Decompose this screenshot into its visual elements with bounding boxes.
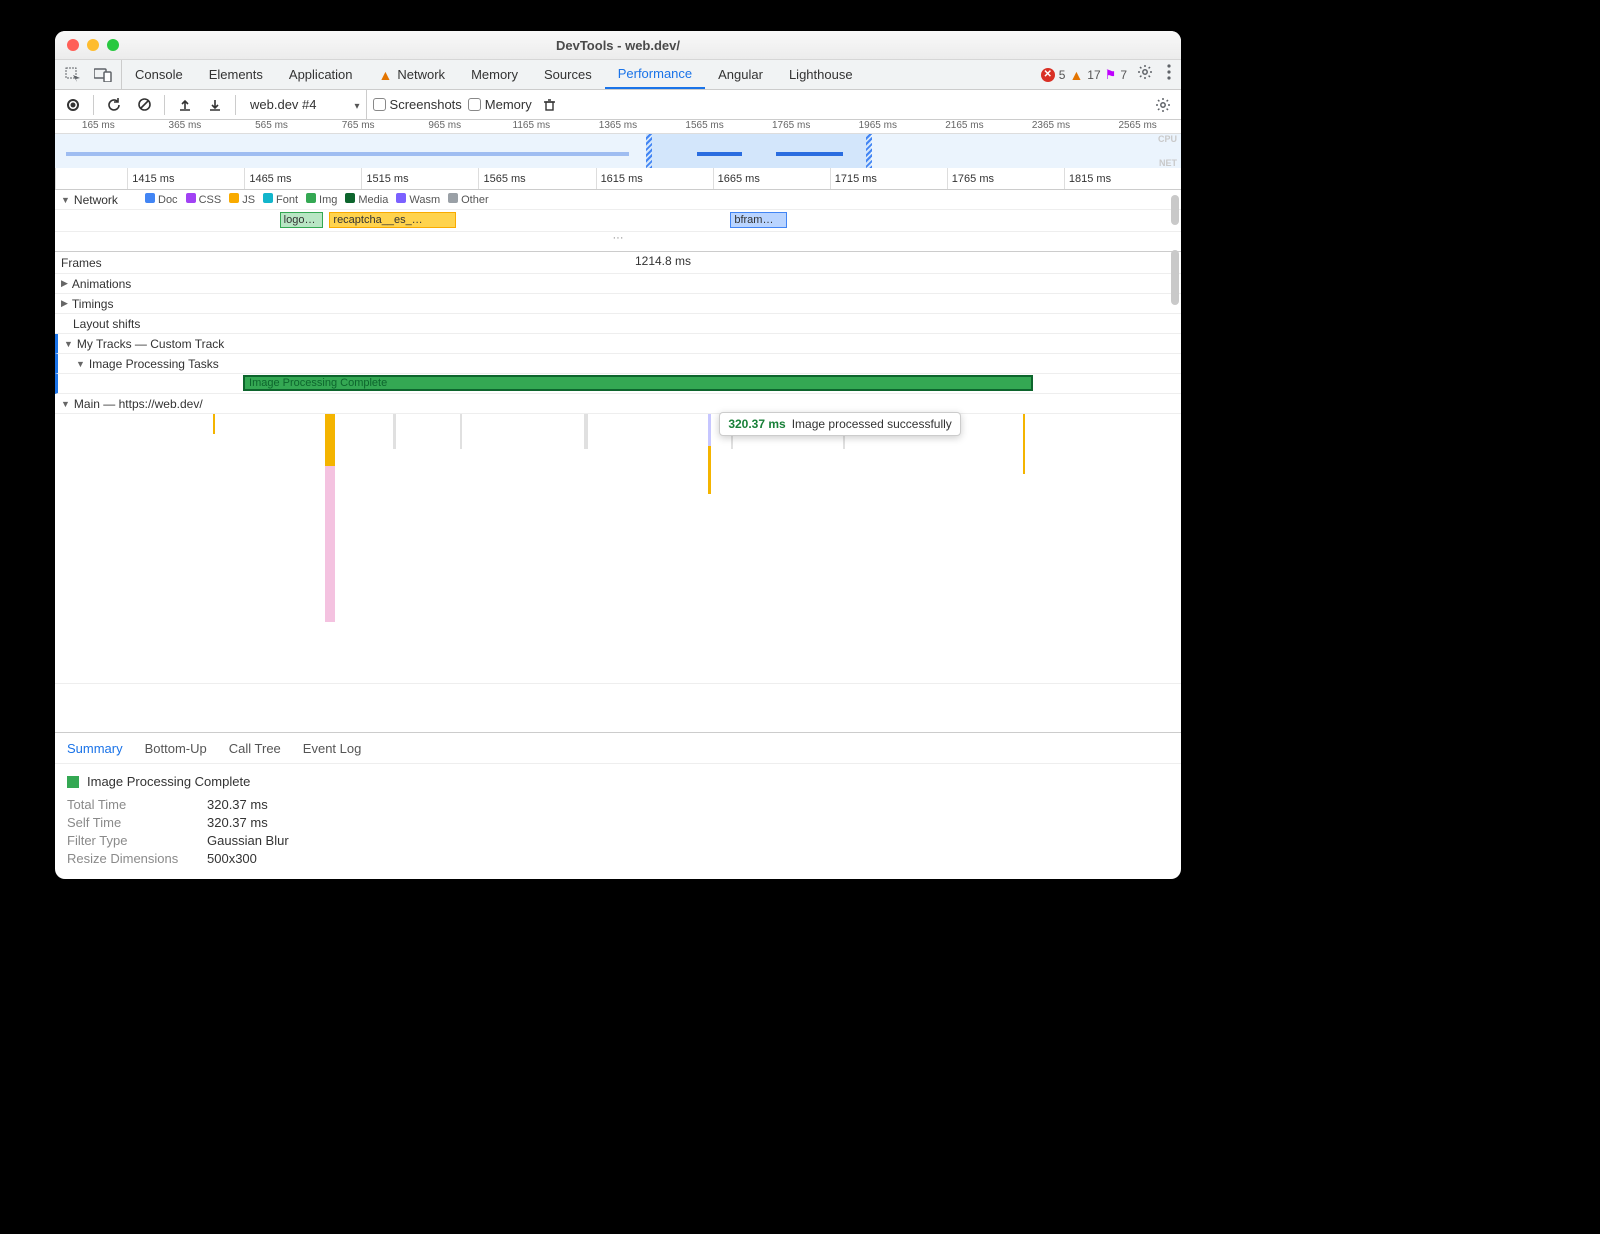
network-item[interactable]: logo… xyxy=(280,212,324,228)
memory-checkbox[interactable]: Memory xyxy=(468,97,532,112)
timings-track-label: Timings xyxy=(72,297,114,311)
window-title: DevTools - web.dev/ xyxy=(55,38,1181,53)
tab-memory[interactable]: Memory xyxy=(458,60,531,89)
network-item[interactable]: bfram… xyxy=(730,212,787,228)
img-proc-tasks-label: Image Processing Tasks xyxy=(89,357,219,371)
overview-ruler: 165 ms365 ms565 ms765 ms965 ms1165 ms136… xyxy=(55,120,1181,134)
close-window-button[interactable] xyxy=(67,39,79,51)
more-icon[interactable] xyxy=(1157,60,1181,84)
device-toggle-icon[interactable] xyxy=(91,63,115,87)
tab-lighthouse[interactable]: Lighthouse xyxy=(776,60,866,89)
custom-entry-bar[interactable]: Image Processing Complete xyxy=(243,375,1033,391)
minimize-window-button[interactable] xyxy=(87,39,99,51)
settings-icon[interactable] xyxy=(1133,60,1157,84)
frame-duration: 1214.8 ms xyxy=(635,254,691,268)
tab-network[interactable]: ▲Network xyxy=(366,60,459,89)
tab-event-log[interactable]: Event Log xyxy=(303,741,362,756)
range-handle-right[interactable] xyxy=(866,134,872,168)
vertical-scrollbar[interactable] xyxy=(1171,250,1179,305)
summary-total-time: 320.37 ms xyxy=(207,797,268,812)
garbage-collect-icon[interactable] xyxy=(538,93,562,117)
frames-track-label: Frames xyxy=(61,256,102,270)
tab-bottom-up[interactable]: Bottom-Up xyxy=(145,741,207,756)
network-track-label: Network xyxy=(74,193,118,207)
layout-shifts-label: Layout shifts xyxy=(73,317,140,331)
reload-icon[interactable] xyxy=(102,93,126,117)
upload-icon[interactable] xyxy=(173,93,197,117)
chevron-right-icon[interactable]: ▶ xyxy=(61,298,68,309)
recording-select[interactable]: web.dev #4 xyxy=(244,90,367,119)
chevron-down-icon[interactable]: ▼ xyxy=(61,399,70,409)
details-tabs: Summary Bottom-Up Call Tree Event Log xyxy=(55,732,1181,764)
network-item[interactable]: recaptcha__es_… xyxy=(329,212,455,228)
chevron-down-icon[interactable]: ▼ xyxy=(61,195,70,205)
record-icon[interactable] xyxy=(61,93,85,117)
summary-title: Image Processing Complete xyxy=(87,774,250,789)
network-legend: Doc CSS JS Font Img Media Wasm Other xyxy=(145,190,1181,209)
flamechart-area[interactable]: ▼ Network Doc CSS JS Font Img Media Wasm … xyxy=(55,190,1181,732)
tab-summary[interactable]: Summary xyxy=(67,741,123,756)
my-tracks-label: My Tracks — Custom Track xyxy=(77,337,224,351)
chevron-down-icon[interactable]: ▼ xyxy=(76,359,85,369)
tab-application[interactable]: Application xyxy=(276,60,366,89)
vertical-scrollbar[interactable] xyxy=(1171,195,1179,225)
titlebar: DevTools - web.dev/ xyxy=(55,31,1181,60)
status-counts[interactable]: ✕5 ▲17 ⚑7 xyxy=(1035,60,1133,89)
summary-swatch xyxy=(67,776,79,788)
summary-self-time: 320.37 ms xyxy=(207,815,268,830)
tab-angular[interactable]: Angular xyxy=(705,60,776,89)
entry-tooltip: 320.37 ms Image processed successfully xyxy=(719,412,960,436)
summary-filter-type: Gaussian Blur xyxy=(207,833,289,848)
download-icon[interactable] xyxy=(203,93,227,117)
maximize-window-button[interactable] xyxy=(107,39,119,51)
range-handle-left[interactable] xyxy=(646,134,652,168)
main-track-label: Main — https://web.dev/ xyxy=(74,397,203,411)
traffic-lights xyxy=(67,39,119,51)
summary-resize-dim: 500x300 xyxy=(207,851,257,866)
tab-sources[interactable]: Sources xyxy=(531,60,605,89)
summary-pane: Image Processing Complete Total Time320.… xyxy=(55,764,1181,879)
error-icon: ✕ xyxy=(1041,68,1055,82)
overview-timeline[interactable]: 165 ms365 ms565 ms765 ms965 ms1165 ms136… xyxy=(55,120,1181,168)
warning-icon: ▲ xyxy=(1069,67,1083,83)
tab-call-tree[interactable]: Call Tree xyxy=(229,741,281,756)
warning-icon: ▲ xyxy=(379,67,393,83)
devtools-window: DevTools - web.dev/ Console Elements App… xyxy=(55,31,1181,879)
left-tools xyxy=(55,60,122,89)
clear-icon[interactable] xyxy=(132,93,156,117)
screenshots-checkbox[interactable]: Screenshots xyxy=(373,97,462,112)
main-flame-lane[interactable]: 320.37 ms Image processed successfully xyxy=(55,414,1181,684)
inspect-icon[interactable] xyxy=(61,63,85,87)
tab-elements[interactable]: Elements xyxy=(196,60,276,89)
tab-performance[interactable]: Performance xyxy=(605,60,705,89)
tab-console[interactable]: Console xyxy=(122,60,196,89)
chevron-right-icon[interactable]: ▶ xyxy=(61,278,68,289)
detail-ruler[interactable]: 1415 ms1465 ms1515 ms1565 ms1615 ms1665 … xyxy=(55,168,1181,190)
flag-icon: ⚑ xyxy=(1105,67,1117,83)
chevron-down-icon[interactable]: ▼ xyxy=(64,339,73,349)
panel-tabs: Console Elements Application ▲Network Me… xyxy=(55,60,1181,90)
capture-settings-icon[interactable] xyxy=(1151,93,1175,117)
animations-track-label: Animations xyxy=(72,277,131,291)
network-lane[interactable]: logo… recaptcha__es_… bfram… xyxy=(145,210,1181,231)
perf-toolbar: web.dev #4 Screenshots Memory xyxy=(55,90,1181,120)
